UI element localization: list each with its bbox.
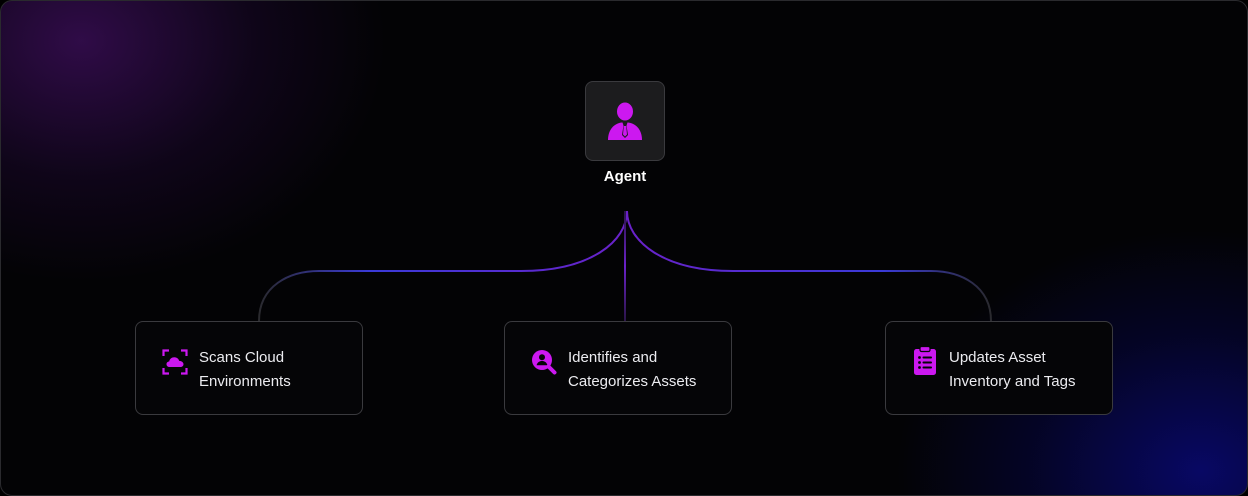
task-label-line: Identifies and — [568, 349, 658, 366]
cloud-scan-icon — [162, 349, 188, 375]
connector-right — [626, 210, 992, 322]
task-card-update-inventory: Updates Asset Inventory and Tags — [885, 321, 1113, 415]
connector-left — [258, 210, 628, 322]
task-label: Scans Cloud Environments — [199, 346, 359, 394]
task-label-line: Categorizes Assets — [568, 373, 697, 390]
clipboard-list-icon — [914, 346, 936, 375]
task-label-line: Inventory and Tags — [949, 373, 1076, 390]
task-label-line: Updates Asset — [949, 349, 1046, 366]
task-label: Identifies and Categorizes Assets — [568, 346, 728, 394]
task-label-line: Environments — [199, 373, 291, 390]
diagram-canvas: Agent Scans Cloud Environments Identifie… — [0, 0, 1248, 496]
task-label: Updates Asset Inventory and Tags — [949, 346, 1109, 394]
user-tie-icon — [608, 102, 642, 140]
connector-lines — [258, 210, 992, 322]
agent-node — [585, 81, 665, 161]
user-search-icon — [532, 350, 557, 375]
task-card-scan-cloud: Scans Cloud Environments — [135, 321, 363, 415]
task-card-identify-assets: Identifies and Categorizes Assets — [504, 321, 732, 415]
agent-label: Agent — [603, 168, 647, 185]
task-label-line: Scans Cloud — [199, 349, 285, 366]
